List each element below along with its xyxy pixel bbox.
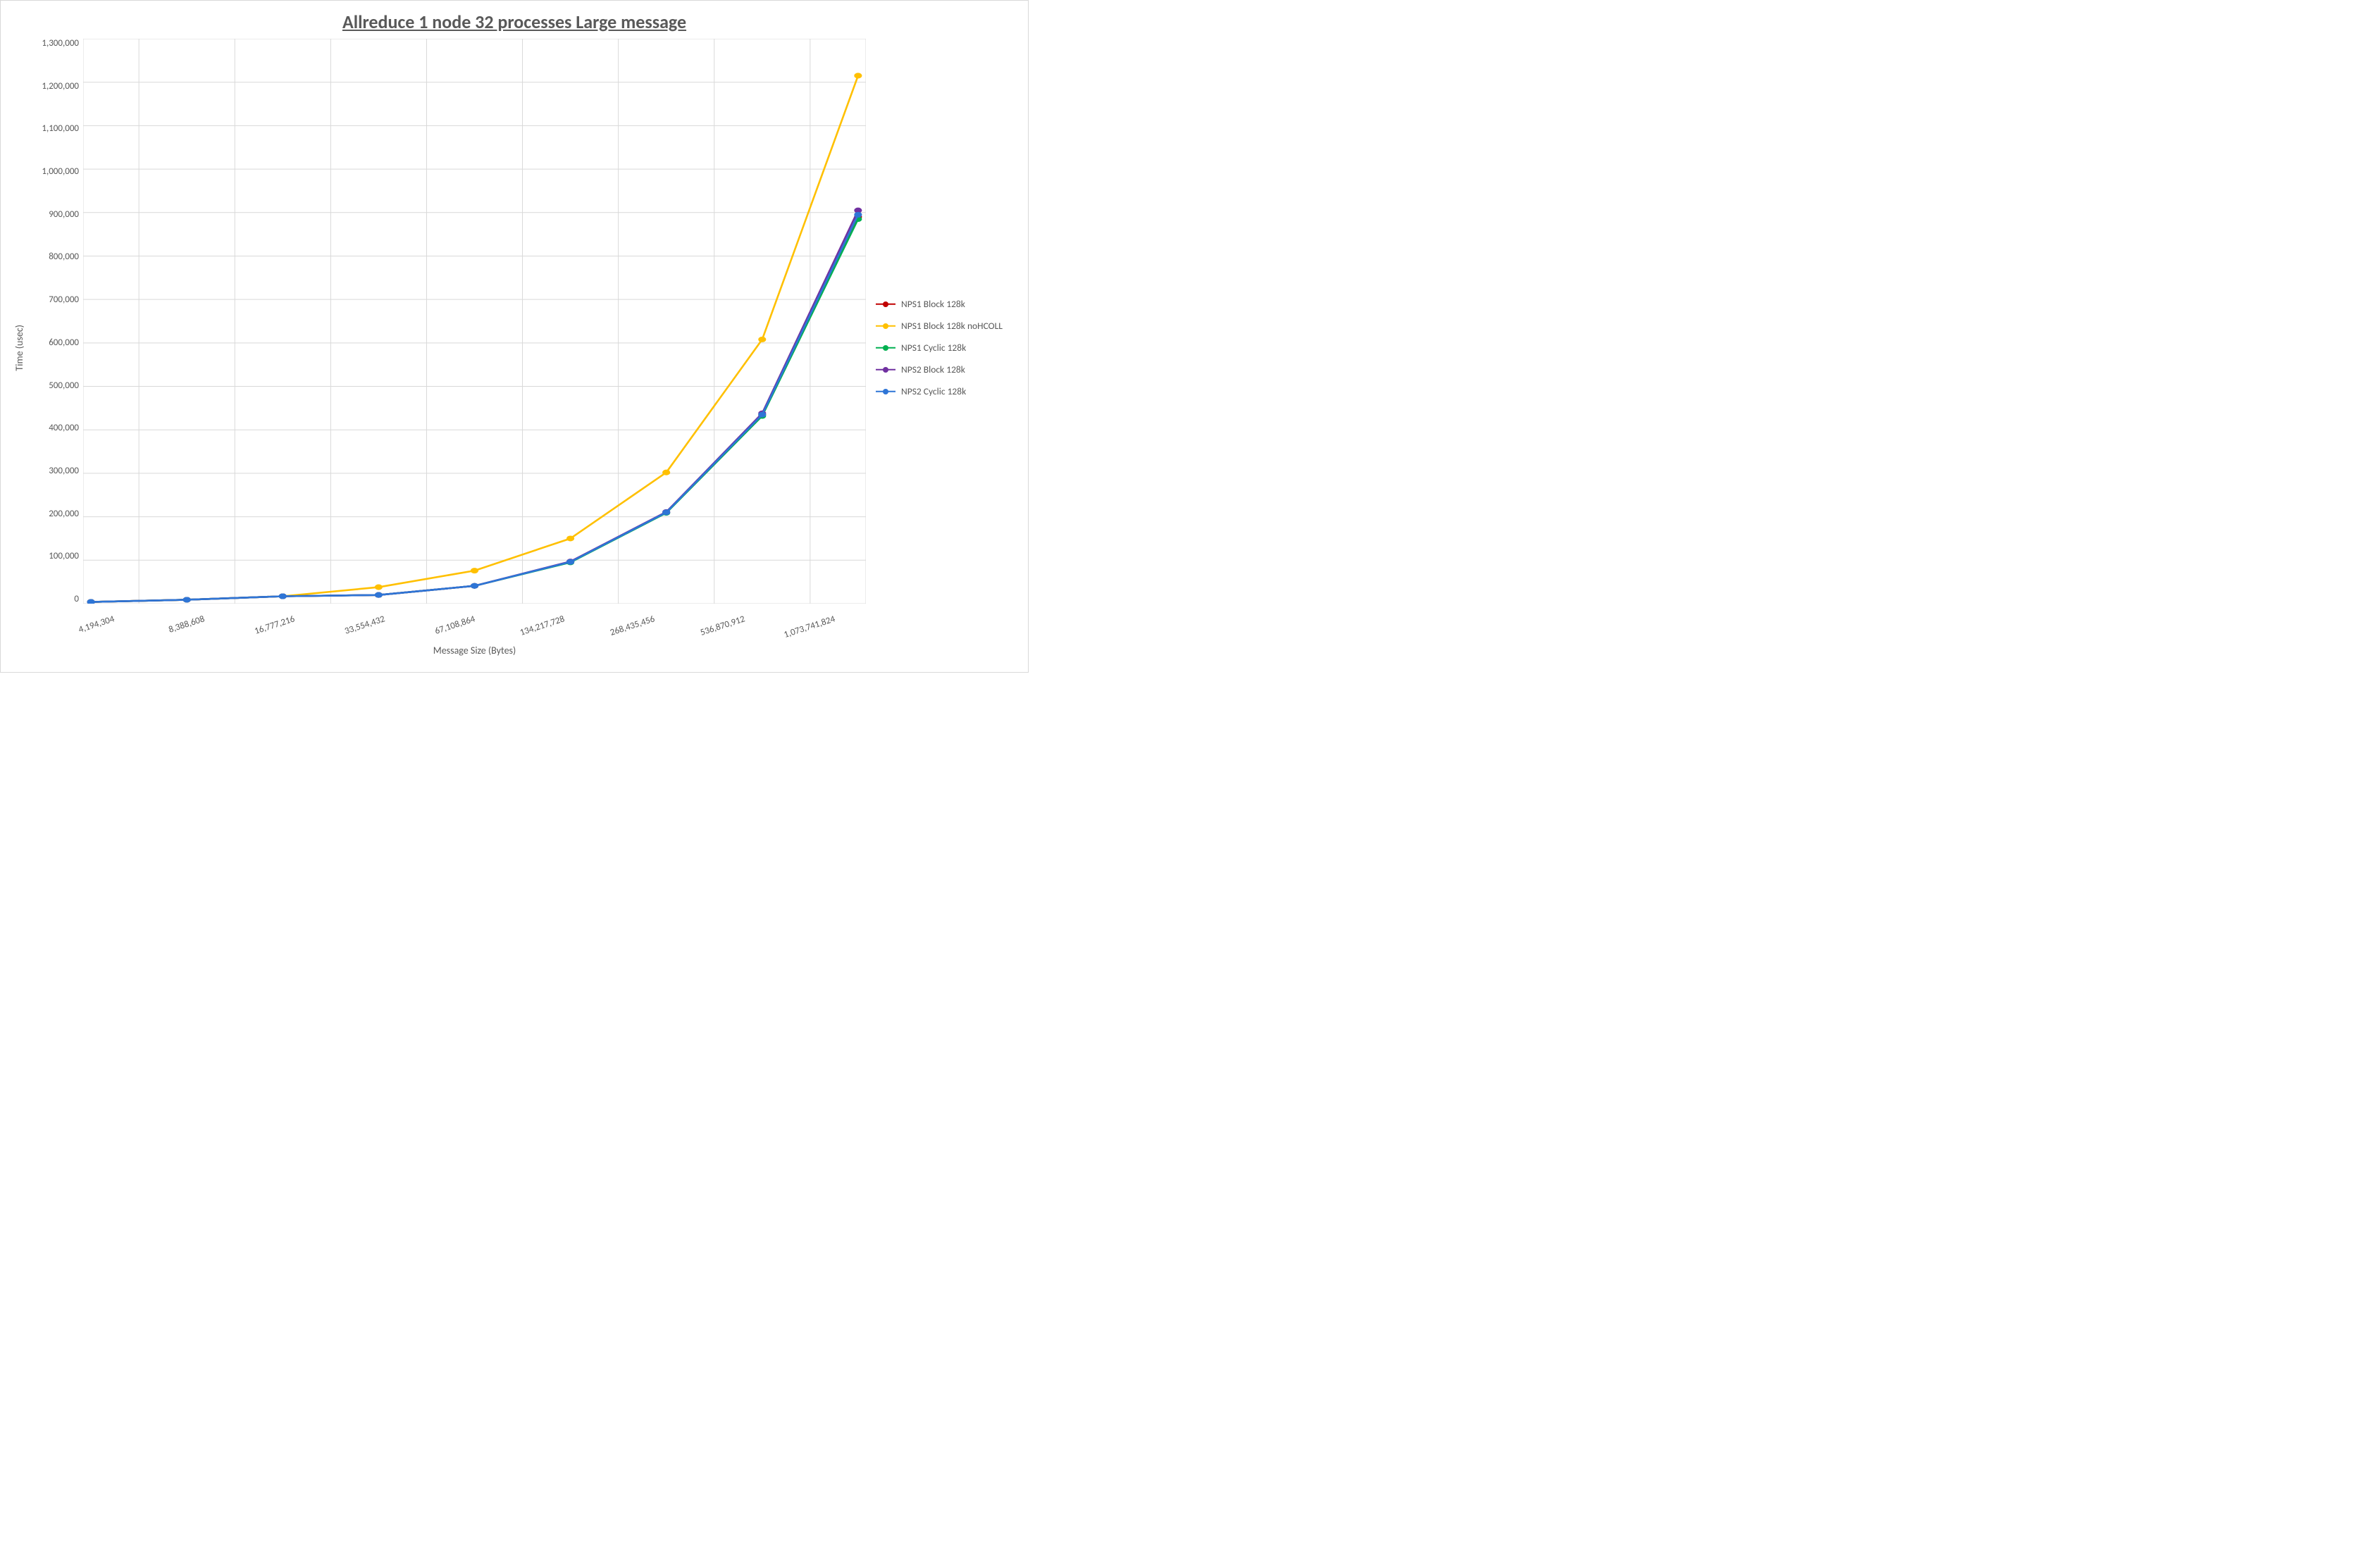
y-axis-ticks: 1,300,000 1,200,000 1,100,000 1,000,000 900,… — [27, 39, 83, 604]
legend-swatch — [876, 343, 895, 353]
y-tick-label: 300,000 — [49, 466, 79, 475]
x-tick-label: 4,194,304 — [78, 614, 116, 635]
y-tick-label: 0 — [74, 595, 79, 604]
y-tick-label: 900,000 — [49, 210, 79, 219]
y-tick-label: 600,000 — [49, 338, 79, 347]
x-tick-label: 16,777,216 — [253, 614, 296, 637]
x-tick-label: 33,554,432 — [343, 614, 386, 637]
legend-label: NPS1 Block 128k noHCOLL — [901, 320, 1003, 332]
y-tick-label: 1,200,000 — [42, 82, 79, 91]
y-tick-label: 1,100,000 — [42, 124, 79, 133]
x-axis-row: 4,194,3048,388,60816,777,21633,554,43267… — [27, 608, 866, 632]
y-axis-title: Time (usec) — [12, 325, 27, 371]
plot-area — [83, 39, 866, 604]
plot-column: 1,300,000 1,200,000 1,100,000 1,000,000 900,… — [27, 39, 866, 656]
chart-body: Time (usec) 1,300,0001,200,0001,100,0001… — [12, 39, 1017, 656]
x-title-row: Message Size (Bytes) — [27, 636, 866, 656]
y-tick-label: 200,000 — [49, 509, 79, 518]
legend-swatch — [876, 299, 895, 309]
legend-item: NPS1 Cyclic 128k — [876, 342, 1017, 354]
x-axis-title: Message Size (Bytes) — [83, 645, 866, 656]
legend-item: NPS2 Cyclic 128k — [876, 385, 1017, 397]
legend-swatch — [876, 365, 895, 375]
y-tick-label: 800,000 — [49, 252, 79, 261]
legend-swatch — [876, 321, 895, 331]
x-tick-label: 8,388,608 — [168, 614, 206, 635]
x-tick-label: 134,217,728 — [519, 614, 566, 638]
x-tick-label: 536,870,912 — [699, 614, 746, 638]
plot-svg — [83, 39, 866, 604]
y-tick-label: 1,300,000 — [42, 39, 79, 48]
legend-item: NPS1 Block 128k noHCOLL — [876, 320, 1017, 332]
x-spacer-2 — [27, 636, 83, 656]
y-tick-label: 400,000 — [49, 423, 79, 432]
legend-label: NPS2 Block 128k — [901, 363, 965, 375]
legend-item: NPS1 Block 128k — [876, 298, 1017, 310]
chart-title: Allreduce 1 node 32 processes Large mess… — [12, 11, 1017, 33]
legend-label: NPS2 Cyclic 128k — [901, 385, 966, 397]
y-tick-label: 1,000,000 — [42, 167, 79, 176]
legend-item: NPS2 Block 128k — [876, 363, 1017, 375]
x-axis-ticks: 4,194,3048,388,60816,777,21633,554,43267… — [83, 608, 866, 632]
legend-swatch — [876, 387, 895, 397]
legend-label: NPS1 Block 128k — [901, 298, 965, 310]
y-tick-label: 100,000 — [49, 552, 79, 561]
x-spacer — [27, 608, 83, 632]
x-tick-label: 268,435,456 — [609, 614, 656, 638]
y-tick-label: 500,000 — [49, 381, 79, 390]
x-tick-label: 67,108,864 — [433, 614, 476, 637]
chart-frame: Allreduce 1 node 32 processes Large mess… — [0, 0, 1029, 673]
plot-row: 1,300,000 1,200,000 1,100,000 1,000,000 900,… — [27, 39, 866, 604]
legend: NPS1 Block 128k NPS1 Block 128k noHCOLL NP… — [866, 39, 1017, 656]
y-tick-label: 700,000 — [49, 295, 79, 304]
legend-label: NPS1 Cyclic 128k — [901, 342, 966, 354]
